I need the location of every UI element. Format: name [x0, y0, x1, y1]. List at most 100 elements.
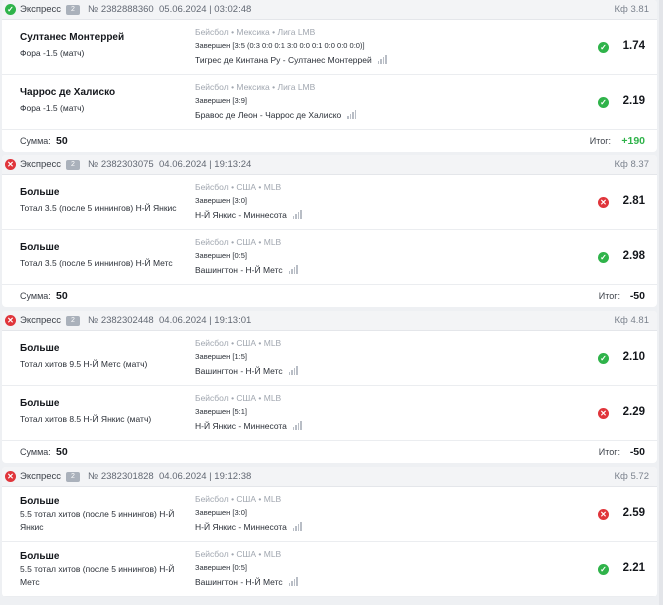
event-outcome: Больше [20, 496, 60, 507]
event-breadcrumb: Бейсбол • США • MLB [195, 549, 281, 559]
event-sport: Бейсбол [195, 549, 229, 559]
event-teams-label: Н-Й Янкис - Миннесота [195, 421, 287, 431]
event-row[interactable]: Султанес Монтеррей Фора -1.5 (матч) Бейс… [2, 20, 657, 75]
event-teams: Н-Й Янкис - Миннесота [195, 421, 303, 432]
event-row[interactable]: Больше 5.5 тотал хитов (после 5 иннингов… [2, 542, 657, 597]
total-value: -50 [629, 446, 645, 458]
events-count-badge: 2 [66, 160, 80, 170]
event-league: Лига LMB [277, 27, 316, 37]
cross-icon: ✕ [598, 408, 609, 419]
event-market: Фора -1.5 (матч) [20, 48, 85, 58]
event-country: Мексика [236, 27, 270, 37]
event-breadcrumb: Бейсбол • Мексика • Лига LMB [195, 27, 315, 37]
event-league: MLB [263, 494, 282, 504]
sum-label: Сумма: [20, 136, 51, 146]
bet-card[interactable]: ✓ Экспресс 2 № 2382888360 05.06.2024 | 0… [2, 0, 657, 152]
cross-icon: ✕ [5, 315, 16, 326]
sum-value: 50 [56, 446, 68, 458]
event-row[interactable]: Чаррос де Халиско Фора -1.5 (матч) Бейсб… [2, 75, 657, 130]
bet-card-header[interactable]: ✕ Экспресс 2 № 2382302448 04.06.2024 | 1… [2, 311, 657, 331]
event-row[interactable]: Больше 5.5 тотал хитов (после 5 иннингов… [2, 487, 657, 542]
event-teams-label: Вашингтон - Н-Й Метс [195, 577, 283, 587]
bet-card[interactable]: ✕ Экспресс 2 № 2382301828 04.06.2024 | 1… [2, 467, 657, 597]
stats-bars-icon[interactable] [292, 210, 303, 221]
event-state: Завершен [0:5] [195, 563, 247, 572]
bet-footer: Сумма: 50 Итог: +190 [2, 130, 657, 152]
bet-card-header[interactable]: ✕ Экспресс 2 № 2382301828 04.06.2024 | 1… [2, 467, 657, 487]
event-market: Тотал 3.5 (после 5 иннингов) Н-Й Янкис [20, 203, 177, 213]
stats-bars-icon[interactable] [288, 577, 299, 588]
event-breadcrumb: Бейсбол • США • MLB [195, 393, 281, 403]
event-row[interactable]: Больше Тотал 3.5 (после 5 иннингов) Н-Й … [2, 175, 657, 230]
total-value: -50 [629, 290, 645, 302]
event-outcome: Султанес Монтеррей [20, 32, 125, 43]
event-row[interactable]: Больше Тотал хитов 9.5 Н-Й Метс (матч) Б… [2, 331, 657, 386]
sum-value: 50 [56, 135, 68, 147]
bet-coefficient: Кф 5.72 [614, 471, 649, 482]
event-outcome: Больше [20, 242, 60, 253]
bet-number: № 2382302448 [88, 315, 154, 326]
bet-type: Экспресс [20, 4, 62, 15]
bet-type: Экспресс [20, 159, 62, 170]
event-league: MLB [263, 393, 282, 403]
check-icon: ✓ [598, 97, 609, 108]
event-league: MLB [263, 338, 282, 348]
bet-card-header[interactable]: ✕ Экспресс 2 № 2382303075 04.06.2024 | 1… [2, 155, 657, 175]
stats-bars-icon[interactable] [292, 421, 303, 432]
event-state: Завершен [0:5] [195, 251, 247, 260]
event-row[interactable]: Больше Тотал 3.5 (после 5 иннингов) Н-Й … [2, 230, 657, 285]
bet-type: Экспресс [20, 471, 62, 482]
stats-bars-icon[interactable] [288, 265, 299, 276]
cross-icon: ✕ [598, 509, 609, 520]
bet-card-header[interactable]: ✓ Экспресс 2 № 2382888360 05.06.2024 | 0… [2, 0, 657, 20]
event-teams-label: Н-Й Янкис - Миннесота [195, 522, 287, 532]
event-state: Завершен [5:1] [195, 407, 247, 416]
event-breadcrumb: Бейсбол • США • MLB [195, 494, 281, 504]
event-odds: 2.19 [622, 95, 645, 107]
event-outcome: Больше [20, 187, 60, 198]
bet-datetime: 04.06.2024 | 19:12:38 [159, 471, 252, 482]
bet-card[interactable]: ✕ Экспресс 2 № 2382303075 04.06.2024 | 1… [2, 155, 657, 307]
bet-type: Экспресс [20, 315, 62, 326]
event-teams: Бравос де Леон - Чаррос де Халиско [195, 110, 357, 121]
event-row[interactable]: Больше Тотал хитов 8.5 Н-Й Янкис (матч) … [2, 386, 657, 441]
event-country: Мексика [236, 82, 270, 92]
stats-bars-icon[interactable] [292, 522, 303, 533]
bet-datetime: 04.06.2024 | 19:13:24 [159, 159, 252, 170]
event-outcome: Больше [20, 551, 60, 562]
check-icon: ✓ [598, 42, 609, 53]
event-market: Тотал хитов 8.5 Н-Й Янкис (матч) [20, 414, 152, 424]
scrollbar[interactable] [659, 0, 663, 605]
event-league: MLB [263, 549, 282, 559]
bet-card[interactable]: ✕ Экспресс 2 № 2382302448 04.06.2024 | 1… [2, 311, 657, 463]
event-teams-label: Бравос де Леон - Чаррос де Халиско [195, 110, 342, 120]
event-league: MLB [263, 237, 282, 247]
event-state: Завершен [1:5] [195, 352, 247, 361]
bet-number: № 2382303075 [88, 159, 154, 170]
bet-datetime: 05.06.2024 | 03:02:48 [159, 4, 252, 15]
stats-bars-icon[interactable] [377, 55, 388, 66]
check-icon: ✓ [598, 564, 609, 575]
event-teams: Вашингтон - Н-Й Метс [195, 577, 299, 588]
event-sport: Бейсбол [195, 182, 229, 192]
bet-number: № 2382301828 [88, 471, 154, 482]
event-state: Завершен [3:0] [195, 196, 247, 205]
bet-datetime: 04.06.2024 | 19:13:01 [159, 315, 252, 326]
event-outcome: Больше [20, 343, 60, 354]
stats-bars-icon[interactable] [288, 366, 299, 377]
sum-label: Сумма: [20, 291, 51, 301]
event-market: 5.5 тотал хитов (после 5 иннингов) Н-Й М… [20, 564, 175, 587]
event-country: США [236, 494, 257, 504]
bet-coefficient: Кф 3.81 [614, 4, 649, 15]
event-sport: Бейсбол [195, 27, 229, 37]
event-country: США [236, 237, 257, 247]
event-breadcrumb: Бейсбол • США • MLB [195, 182, 281, 192]
event-market: Фора -1.5 (матч) [20, 103, 85, 113]
cross-icon: ✕ [5, 471, 16, 482]
event-outcome: Больше [20, 398, 60, 409]
event-teams-label: Вашингтон - Н-Й Метс [195, 366, 283, 376]
event-odds: 2.81 [622, 195, 645, 207]
event-teams: Н-Й Янкис - Миннесота [195, 522, 303, 533]
event-league: Лига LMB [277, 82, 316, 92]
stats-bars-icon[interactable] [347, 110, 357, 121]
